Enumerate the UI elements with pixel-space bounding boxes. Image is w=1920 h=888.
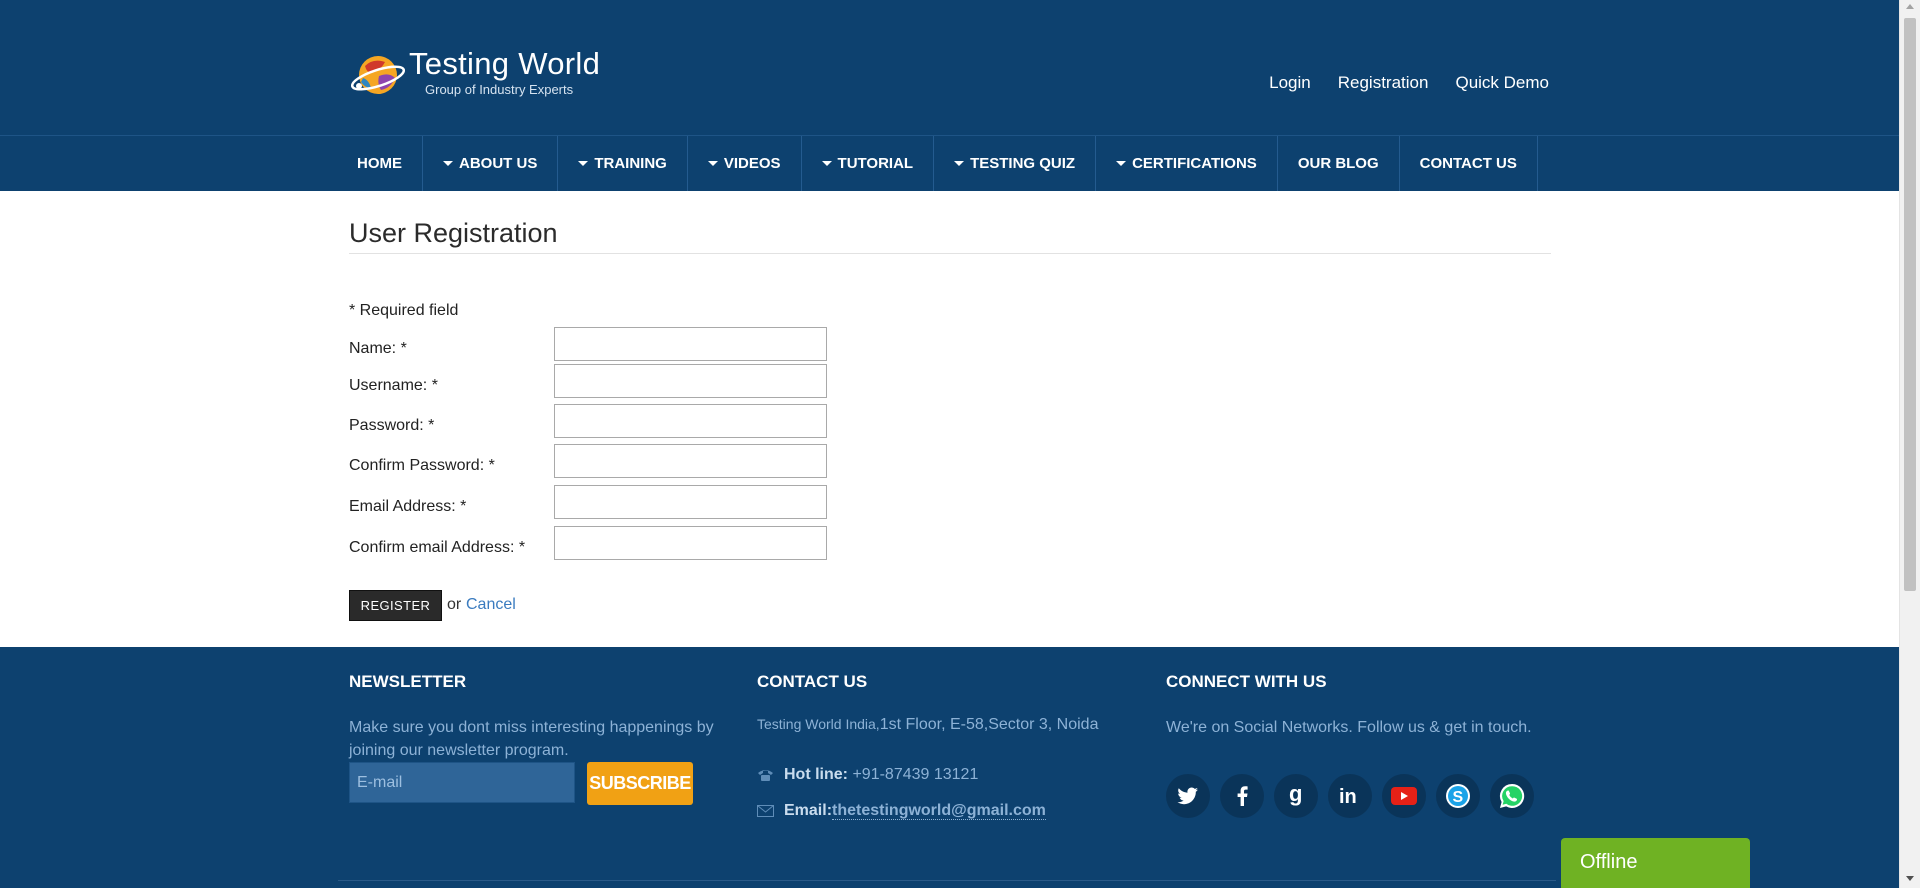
name-input[interactable]: [554, 327, 827, 361]
nav-label: VIDEOS: [723, 155, 781, 172]
vertical-scrollbar[interactable]: [1899, 0, 1920, 888]
email-label: Email Address: *: [349, 498, 467, 515]
globe-logo-icon: [351, 56, 405, 94]
nav-item-our-blog[interactable]: OUR BLOG: [1278, 136, 1400, 191]
username-input[interactable]: [554, 364, 827, 398]
envelope-icon: [757, 805, 774, 817]
contact-address: Testing World India,1st Floor, E-58,Sect…: [757, 716, 1098, 734]
address-rest: 1st Floor, E-58,Sector 3, Noida: [879, 716, 1099, 733]
contact-section: CONTACT US Testing World India,1st Floor…: [757, 647, 1157, 847]
scroll-down-arrow-icon[interactable]: [1906, 876, 1914, 881]
header-inner: Testing World Group of Industry Experts …: [349, 0, 1549, 135]
twitter-icon[interactable]: [1166, 774, 1210, 818]
newsletter-text: Make sure you dont miss interesting happ…: [349, 719, 714, 759]
nav-label: TRAINING: [594, 155, 667, 172]
caret-down-icon: [821, 161, 832, 166]
subscribe-button[interactable]: SUBSCRIBE: [587, 762, 693, 805]
top-links: Login Registration Quick Demo: [1269, 73, 1549, 93]
linkedin-icon[interactable]: in: [1328, 774, 1372, 818]
cancel-link[interactable]: Cancel: [466, 596, 516, 614]
logo-title: Testing World: [409, 46, 601, 81]
connect-heading: CONNECT WITH US: [1166, 672, 1327, 691]
title-divider: [349, 253, 1551, 254]
nav-label: OUR BLOG: [1297, 155, 1379, 172]
footer-inner: NEWSLETTER Make sure you dont miss inter…: [349, 647, 1551, 888]
username-label: Username: *: [349, 377, 438, 394]
skype-icon[interactable]: S: [1436, 774, 1480, 818]
nav-label: ABOUT US: [459, 155, 538, 172]
logo-subtitle: Group of Industry Experts: [425, 82, 574, 97]
page-title: User Registration: [349, 218, 558, 248]
caret-down-icon: [1116, 161, 1127, 166]
hotline-value: +91-87439 13121: [852, 766, 979, 783]
or-text: or: [447, 596, 462, 613]
site-header: Testing World Group of Industry Experts …: [0, 0, 1899, 135]
svg-text:S: S: [1453, 789, 1464, 806]
registration-link[interactable]: Registration: [1338, 73, 1429, 93]
password-label: Password: *: [349, 417, 435, 434]
facebook-icon[interactable]: [1220, 774, 1264, 818]
nav-item-videos[interactable]: VIDEOS: [688, 136, 802, 191]
email-link[interactable]: thetestingworld@gmail.com: [832, 802, 1046, 820]
svg-text:g: g: [1289, 785, 1302, 806]
nav-item-training[interactable]: TRAINING: [558, 136, 688, 191]
nav-label: HOME: [357, 155, 402, 172]
nav-label: TUTORIAL: [837, 155, 914, 172]
nav-label: CONTACT US: [1419, 155, 1517, 172]
caret-down-icon: [578, 161, 589, 166]
nav-item-contact-us[interactable]: CONTACT US: [1400, 136, 1538, 191]
registration-form: User Registration * Required field Name:…: [349, 191, 1551, 647]
page: Testing World Group of Industry Experts …: [0, 0, 1899, 888]
whatsapp-icon[interactable]: [1490, 774, 1534, 818]
caret-down-icon: [443, 161, 453, 166]
youtube-icon[interactable]: [1382, 774, 1426, 818]
caret-down-icon: [707, 161, 718, 166]
scroll-up-arrow-icon[interactable]: [1906, 4, 1914, 9]
connect-section: CONNECT WITH US We're on Social Networks…: [1166, 647, 1551, 847]
confirm-email-label: Confirm email Address: *: [349, 539, 526, 556]
nav-label: TESTING QUIZ: [970, 155, 1076, 172]
nav-item-certifications[interactable]: CERTIFICATIONS: [1096, 136, 1278, 191]
newsletter-heading: NEWSLETTER: [349, 672, 467, 691]
nav-item-home[interactable]: HOME: [349, 136, 423, 191]
phone-icon: [758, 770, 773, 781]
email-row-footer: Email:thetestingworld@gmail.com: [757, 802, 1046, 820]
contact-heading: CONTACT US: [757, 672, 868, 691]
newsletter-section: NEWSLETTER Make sure you dont miss inter…: [349, 647, 749, 847]
caret-down-icon: [954, 161, 965, 166]
chat-offline-tab[interactable]: Offline: [1561, 838, 1750, 888]
login-link[interactable]: Login: [1269, 73, 1311, 93]
confirm-email-row: Confirm email Address: *: [349, 526, 949, 573]
required-note: * Required field: [349, 302, 459, 319]
svg-text:in: in: [1339, 786, 1357, 806]
site-logo[interactable]: Testing World Group of Industry Experts: [351, 44, 611, 104]
scrollbar-thumb[interactable]: [1904, 18, 1916, 591]
google-icon[interactable]: g: [1274, 774, 1318, 818]
quick-demo-link[interactable]: Quick Demo: [1455, 73, 1549, 93]
connect-text: We're on Social Networks. Follow us & ge…: [1166, 719, 1532, 736]
nav-label: CERTIFICATIONS: [1132, 155, 1257, 172]
confirm-password-label: Confirm Password: *: [349, 457, 495, 474]
nav-item-tutorial[interactable]: TUTORIAL: [802, 136, 935, 191]
newsletter-email-input[interactable]: [349, 762, 575, 803]
confirm-email-input[interactable]: [554, 526, 827, 560]
hotline-row: Hot line: +91-87439 13121: [757, 766, 978, 784]
password-input[interactable]: [554, 404, 827, 438]
nav-items: HOME ABOUT US TRAINING VIDEOS TUTORIAL T…: [349, 136, 1538, 191]
main-nav: HOME ABOUT US TRAINING VIDEOS TUTORIAL T…: [0, 135, 1899, 191]
register-button[interactable]: REGISTER: [349, 590, 442, 621]
email-input[interactable]: [554, 485, 827, 519]
nav-item-testing-quiz[interactable]: TESTING QUIZ: [934, 136, 1097, 191]
footer-divider: [338, 880, 1556, 881]
social-icons: g in S: [1166, 774, 1534, 818]
address-prefix: Testing World India,: [757, 716, 880, 732]
hotline-label: Hot line:: [784, 766, 848, 783]
nav-item-about-us[interactable]: ABOUT US: [423, 136, 559, 191]
name-label: Name: *: [349, 340, 407, 357]
email-label-footer: Email:: [784, 802, 833, 819]
confirm-password-input[interactable]: [554, 444, 827, 478]
